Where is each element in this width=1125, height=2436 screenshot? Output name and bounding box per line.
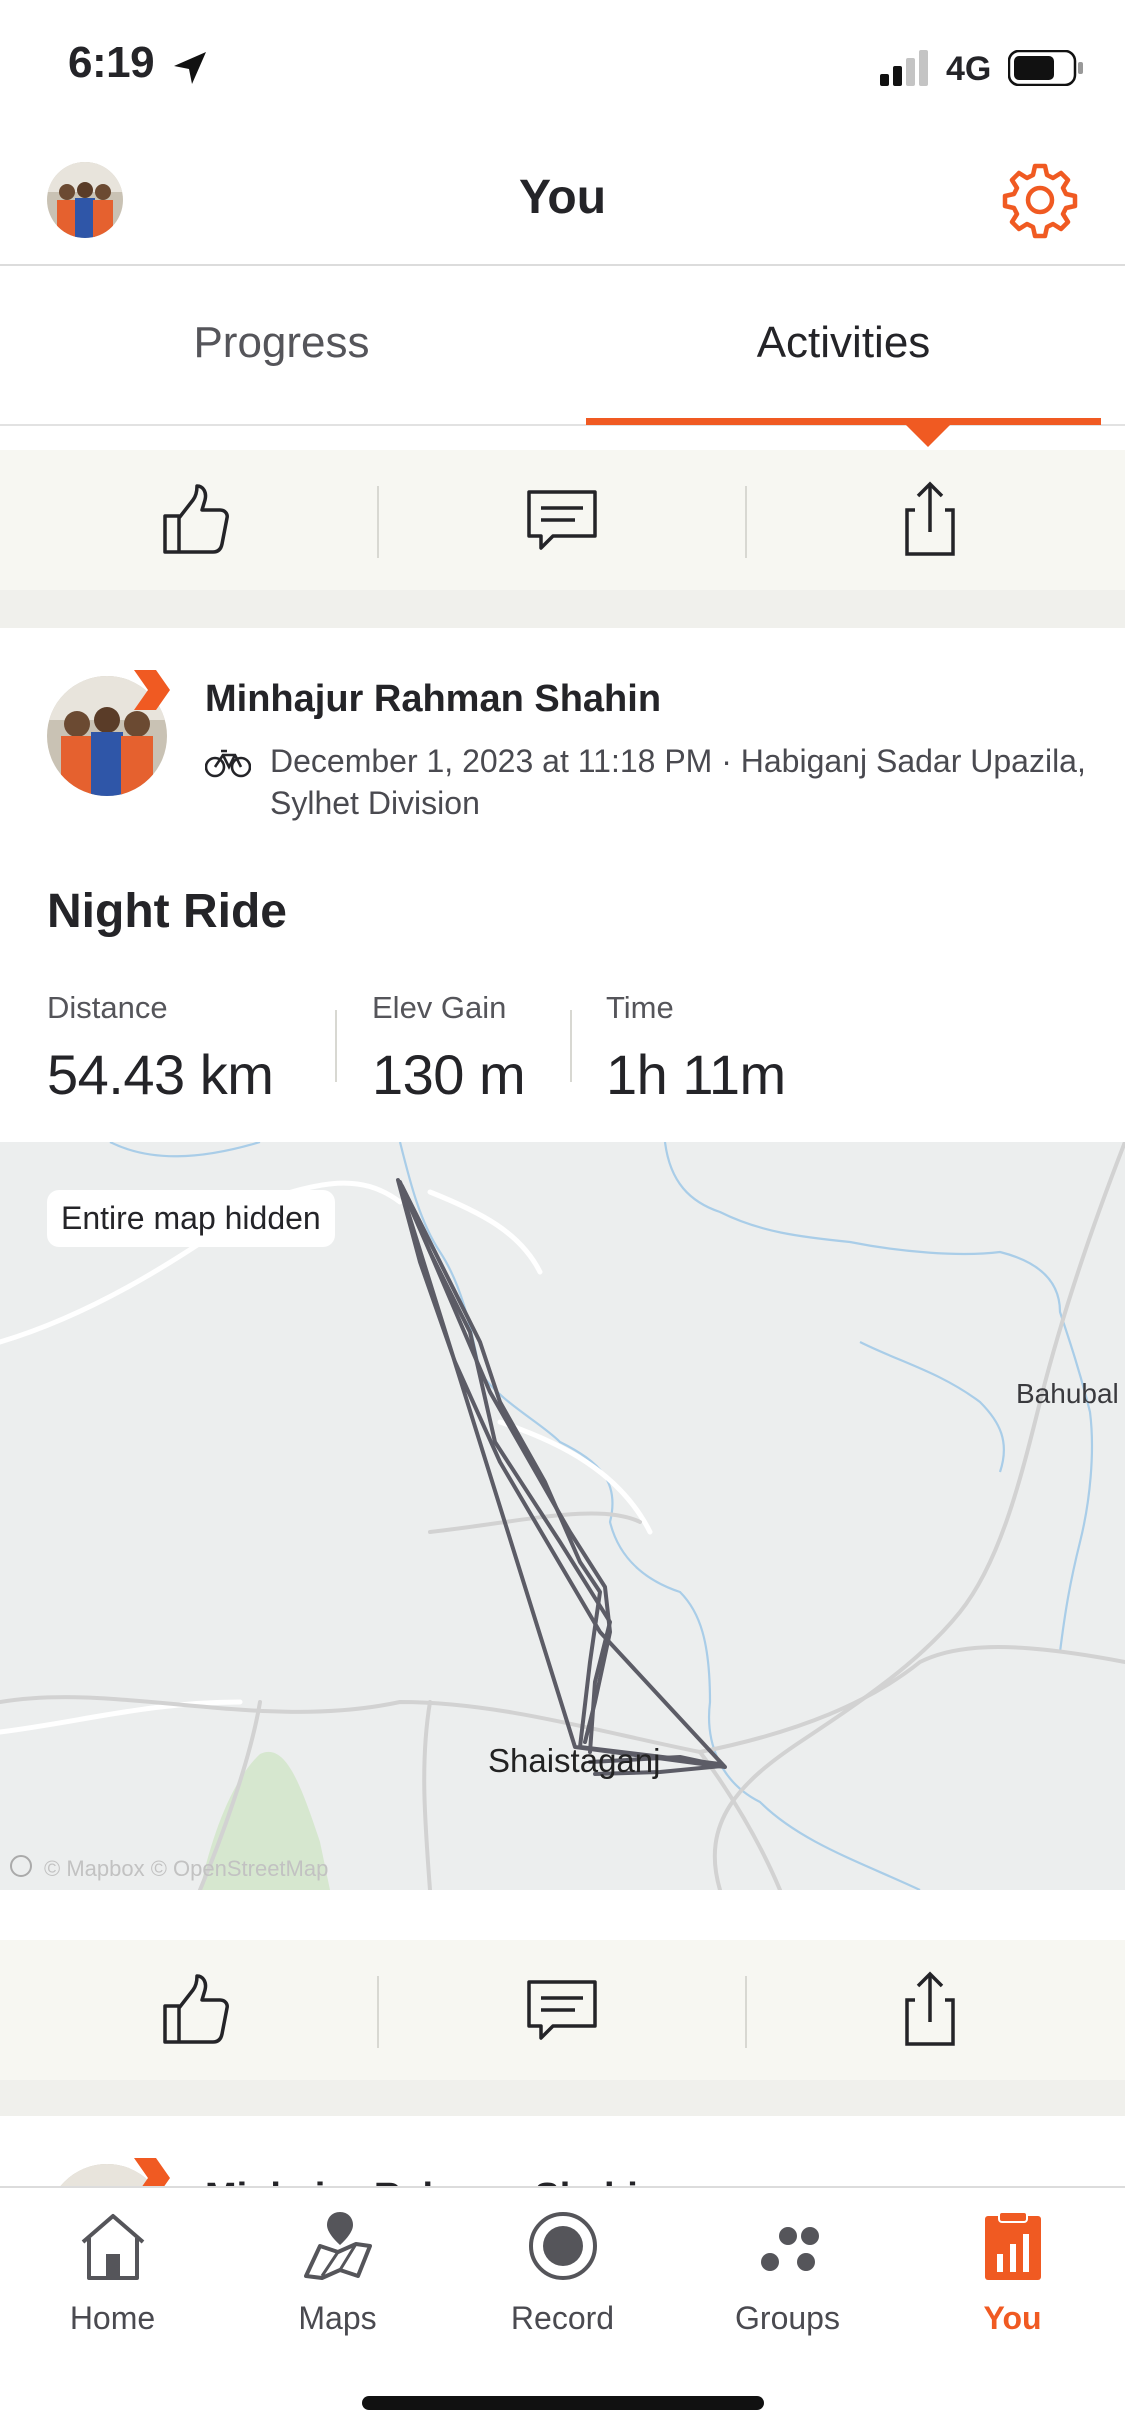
status-time: 6:19 xyxy=(68,38,155,87)
active-tab-caret xyxy=(906,425,950,447)
nav-label: Groups xyxy=(735,2300,840,2336)
share-icon[interactable] xyxy=(885,480,975,560)
kudos-thumbs-up-icon[interactable] xyxy=(151,480,241,560)
next-activity-card[interactable]: Minhajur Rahman Shahin xyxy=(0,2116,1125,2186)
athlete-name[interactable]: Minhajur Rahman Shahin xyxy=(205,2176,661,2186)
card-bottom-padding xyxy=(0,1890,1125,1940)
route-line xyxy=(396,1178,727,1776)
stat-value: 130 m xyxy=(372,1043,526,1106)
you-icon xyxy=(984,2211,1041,2280)
activity-action-bar xyxy=(0,450,1125,590)
nav-groups[interactable]: Groups xyxy=(675,2206,900,2337)
home-icon xyxy=(81,2214,144,2280)
bike-ride-icon xyxy=(205,749,251,778)
comment-icon[interactable] xyxy=(517,1970,607,2050)
settings-gear-icon[interactable] xyxy=(1000,160,1080,240)
nav-record[interactable]: Record xyxy=(450,2206,675,2337)
map-place-bahubal: Bahubal xyxy=(1016,1378,1119,1409)
nav-home[interactable]: Home xyxy=(0,2206,225,2337)
stat-label: Elev Gain xyxy=(372,990,507,1025)
activity-action-bar xyxy=(0,1940,1125,2080)
card-separator xyxy=(0,590,1125,628)
status-bar: 6:19 4G xyxy=(0,0,1125,132)
maps-icon xyxy=(303,2212,372,2280)
active-tab-indicator xyxy=(586,418,1101,425)
card-separator xyxy=(0,2080,1125,2116)
subscriber-badge-icon xyxy=(134,2158,170,2186)
nav-you[interactable]: You xyxy=(900,2206,1125,2337)
stat-elevation: Elev Gain 130 m xyxy=(372,990,526,1107)
activity-date-location: December 1, 2023 at 11:18 PM · Habiganj … xyxy=(270,743,1086,821)
record-icon xyxy=(528,2212,597,2280)
map-attribution[interactable]: © Mapbox © OpenStreetMap xyxy=(44,1856,328,1882)
network-type: 4G xyxy=(946,50,992,88)
home-indicator[interactable] xyxy=(362,2396,764,2410)
route-map[interactable]: Entire map hidden Bahubal Shaistaganj © … xyxy=(0,1142,1125,1890)
nav-label: Home xyxy=(69,2300,156,2336)
stat-label: Time xyxy=(606,990,674,1025)
tab-activities[interactable]: Activities xyxy=(562,318,1125,368)
app-header: You xyxy=(0,132,1125,266)
subscriber-badge-icon xyxy=(134,670,170,710)
nav-label: Record xyxy=(510,2300,615,2336)
map-hidden-label: Entire map hidden xyxy=(47,1190,335,1247)
stat-label: Distance xyxy=(47,990,168,1025)
stat-value: 54.43 km xyxy=(47,1043,274,1106)
map-place-shaistaganj: Shaistaganj xyxy=(488,1742,661,1779)
battery-icon xyxy=(1008,50,1083,86)
groups-icon xyxy=(760,2227,819,2271)
nav-label: You xyxy=(983,2300,1042,2336)
stat-distance: Distance 54.43 km xyxy=(47,990,274,1107)
tab-progress[interactable]: Progress xyxy=(0,318,563,368)
stat-time: Time 1h 11m xyxy=(606,990,786,1107)
stat-value: 1h 11m xyxy=(606,1043,786,1106)
cellular-signal-icon xyxy=(880,50,928,86)
share-icon[interactable] xyxy=(885,1970,975,2050)
athlete-name[interactable]: Minhajur Rahman Shahin xyxy=(205,678,661,721)
map-info-icon[interactable] xyxy=(10,1855,32,1877)
nav-maps[interactable]: Maps xyxy=(225,2206,450,2337)
kudos-thumbs-up-icon[interactable] xyxy=(151,1970,241,2050)
nav-label: Maps xyxy=(298,2300,377,2336)
comment-icon[interactable] xyxy=(517,480,607,560)
location-arrow-icon xyxy=(174,52,206,84)
activity-title[interactable]: Night Ride xyxy=(47,884,287,939)
page-title: You xyxy=(518,171,607,224)
tab-bar: Progress Activities xyxy=(0,268,1125,447)
